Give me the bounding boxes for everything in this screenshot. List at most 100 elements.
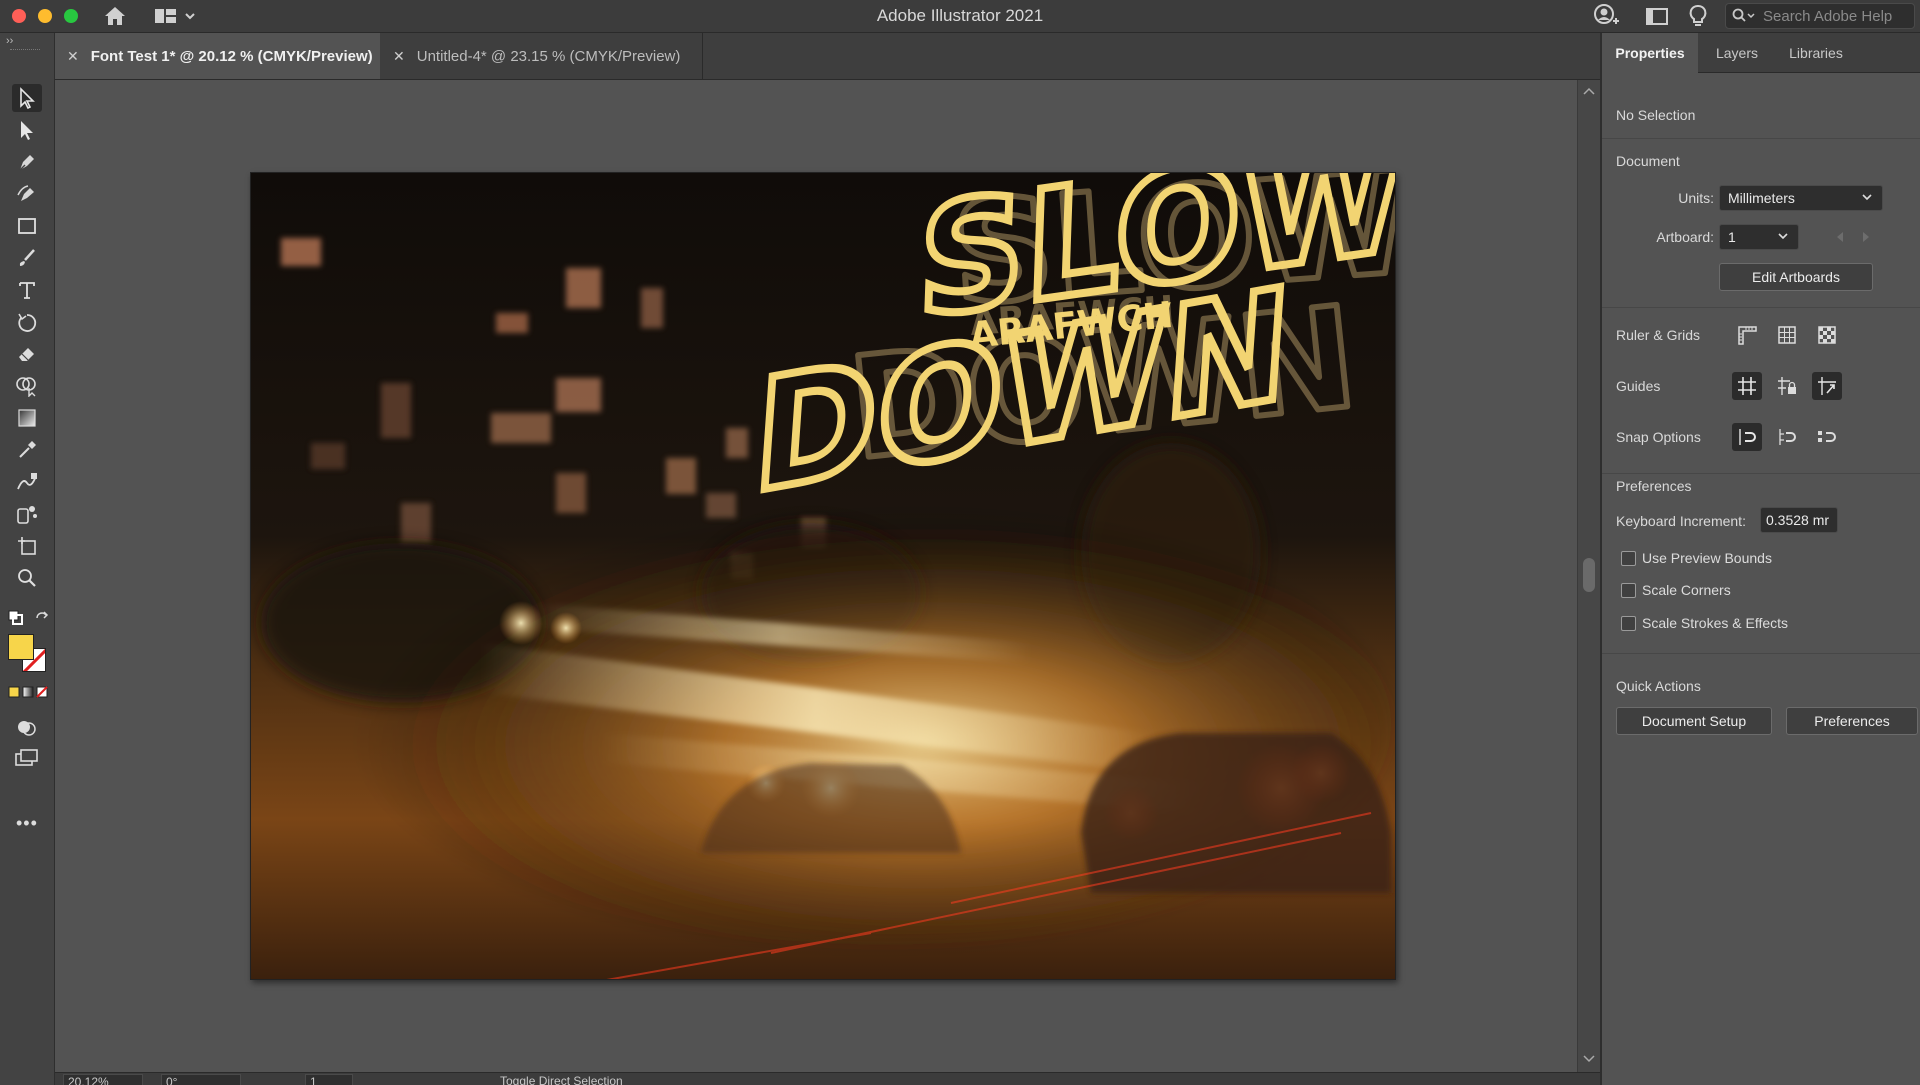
eyedropper-tool-icon[interactable] <box>12 436 42 464</box>
selection-tool-icon[interactable] <box>12 84 42 112</box>
lightbulb-icon[interactable] <box>1685 4 1711 28</box>
snap-to-point-icon[interactable] <box>1732 423 1762 451</box>
checkbox-box[interactable] <box>1621 550 1636 566</box>
checkbox-box[interactable] <box>1621 582 1636 598</box>
preferences-button[interactable]: Preferences <box>1786 707 1918 735</box>
document-heading: Document <box>1616 153 1680 169</box>
transparency-grid-icon[interactable] <box>1812 321 1842 349</box>
scale-corners-checkbox[interactable]: Scale Corners <box>1621 582 1731 598</box>
search-help-field[interactable] <box>1725 3 1915 29</box>
snap-to-grid-icon[interactable] <box>1772 423 1802 451</box>
status-bar: 20.12% 0° 1 Toggle Direct Selection <box>55 1072 1600 1085</box>
tab-untitled-4[interactable]: ✕ Untitled-4* @ 23.15 % (CMYK/Preview) <box>381 33 703 79</box>
artboard-label: Artboard: <box>1656 229 1714 245</box>
minimize-window-button[interactable] <box>38 9 52 23</box>
checkbox-label: Scale Corners <box>1642 582 1731 598</box>
artboard[interactable]: SLOW DOWN ARAFWCH SLOW ARAFWCH DOWN <box>250 172 1396 980</box>
divider <box>1602 653 1920 654</box>
smart-guides-icon[interactable] <box>1812 372 1842 400</box>
more-tools-icon[interactable]: ••• <box>16 813 38 834</box>
scroll-down-icon[interactable] <box>1579 1052 1599 1064</box>
rotate-view-field[interactable]: 0° <box>161 1074 241 1085</box>
tab-libraries[interactable]: Libraries <box>1776 33 1856 73</box>
swap-fill-stroke-icon[interactable] <box>34 610 50 631</box>
rulers-icon[interactable] <box>1732 321 1762 349</box>
direct-selection-tool-icon[interactable] <box>12 116 42 144</box>
close-tab-icon[interactable]: ✕ <box>67 48 79 65</box>
divider <box>1602 307 1920 308</box>
zoom-tool-icon[interactable] <box>12 564 42 592</box>
lock-guides-icon[interactable] <box>1772 372 1802 400</box>
divider <box>1602 473 1920 474</box>
workspace-switcher-icon[interactable] <box>152 4 198 28</box>
preferences-heading: Preferences <box>1616 478 1692 494</box>
eraser-tool-icon[interactable] <box>12 340 42 368</box>
artboard-tool-icon[interactable] <box>12 532 42 560</box>
tools-panel: ›› ••• <box>0 33 55 1085</box>
pen-tool-icon[interactable] <box>12 148 42 176</box>
units-label: Units: <box>1678 190 1714 206</box>
ruler-grids-label: Ruler & Grids <box>1616 327 1701 343</box>
close-window-button[interactable] <box>12 9 26 23</box>
gradient-tool-icon[interactable] <box>12 404 42 432</box>
tab-layers[interactable]: Layers <box>1698 33 1776 73</box>
vertical-scrollbar[interactable] <box>1577 80 1600 1072</box>
tab-properties[interactable]: Properties <box>1602 33 1698 73</box>
rotate-tool-icon[interactable] <box>12 308 42 336</box>
scale-strokes-effects-checkbox[interactable]: Scale Strokes & Effects <box>1621 615 1788 631</box>
units-dropdown[interactable]: Millimeters <box>1719 185 1883 211</box>
grid-icon[interactable] <box>1772 321 1802 349</box>
drawing-modes-icon[interactable] <box>16 717 38 742</box>
chevron-down-icon <box>1862 194 1872 201</box>
default-fill-stroke-icon[interactable] <box>8 610 24 631</box>
zoom-window-button[interactable] <box>64 9 78 23</box>
paintbrush-tool-icon[interactable] <box>12 244 42 272</box>
artwork-night-street-photo[interactable]: SLOW DOWN ARAFWCH SLOW ARAFWCH DOWN <box>251 173 1396 980</box>
search-input[interactable] <box>1761 6 1914 26</box>
guides-label: Guides <box>1616 378 1661 394</box>
artboard-navigation-field[interactable]: 1 <box>305 1074 353 1085</box>
properties-panel: Properties Layers Libraries No Selection… <box>1600 33 1920 1085</box>
artboard-value: 1 <box>1728 229 1736 245</box>
checkbox-box[interactable] <box>1621 615 1636 631</box>
fill-swatch[interactable] <box>8 634 34 660</box>
snap-options-label: Snap Options <box>1616 429 1701 445</box>
rectangle-tool-icon[interactable] <box>12 212 42 240</box>
tab-label: Untitled-4* @ 23.15 % (CMYK/Preview) <box>416 47 681 65</box>
tab-label: Font Test 1* @ 20.12 % (CMYK/Preview) <box>90 47 373 65</box>
quick-actions-heading: Quick Actions <box>1616 678 1701 694</box>
blend-tool-icon[interactable] <box>12 468 42 496</box>
zoom-level-field[interactable]: 20.12% <box>63 1074 143 1085</box>
checkbox-label: Scale Strokes & Effects <box>1642 615 1789 631</box>
units-value: Millimeters <box>1728 190 1795 206</box>
arrange-documents-icon[interactable] <box>1643 4 1671 28</box>
color-gradient-none-icon[interactable] <box>8 685 48 704</box>
fill-stroke-swatches[interactable] <box>8 634 48 674</box>
show-guides-icon[interactable] <box>1732 372 1762 400</box>
panel-tab-bar: Properties Layers Libraries <box>1602 33 1920 73</box>
edit-artboards-button[interactable]: Edit Artboards <box>1719 263 1873 291</box>
type-tool-icon[interactable] <box>12 276 42 304</box>
shape-builder-tool-icon[interactable] <box>12 372 42 400</box>
document-setup-button[interactable]: Document Setup <box>1616 707 1772 735</box>
snap-to-pixel-icon[interactable] <box>1812 423 1842 451</box>
selection-status: No Selection <box>1616 107 1696 123</box>
title-bar: Adobe Illustrator 2021 <box>0 0 1920 33</box>
previous-artboard-icon[interactable] <box>1834 230 1846 244</box>
keyboard-increment-input[interactable]: 0.3528 mr <box>1760 507 1838 533</box>
vertical-scroll-thumb[interactable] <box>1583 558 1595 592</box>
share-user-icon[interactable] <box>1592 4 1620 28</box>
symbol-sprayer-tool-icon[interactable] <box>12 500 42 528</box>
next-artboard-icon[interactable] <box>1860 230 1872 244</box>
screen-mode-icon[interactable] <box>14 748 40 773</box>
curvature-tool-icon[interactable] <box>12 180 42 208</box>
use-preview-bounds-checkbox[interactable]: Use Preview Bounds <box>1621 550 1772 566</box>
tab-font-test[interactable]: ✕ Font Test 1* @ 20.12 % (CMYK/Preview) <box>55 33 380 79</box>
scroll-up-icon[interactable] <box>1579 86 1599 98</box>
status-hint[interactable]: Toggle Direct Selection <box>500 1074 623 1085</box>
home-icon[interactable] <box>100 4 130 28</box>
toolbar-grip[interactable] <box>10 49 40 52</box>
artboard-dropdown[interactable]: 1 <box>1719 224 1799 250</box>
close-tab-icon[interactable]: ✕ <box>393 48 405 65</box>
collapse-panel-icon[interactable]: ›› <box>6 35 13 47</box>
